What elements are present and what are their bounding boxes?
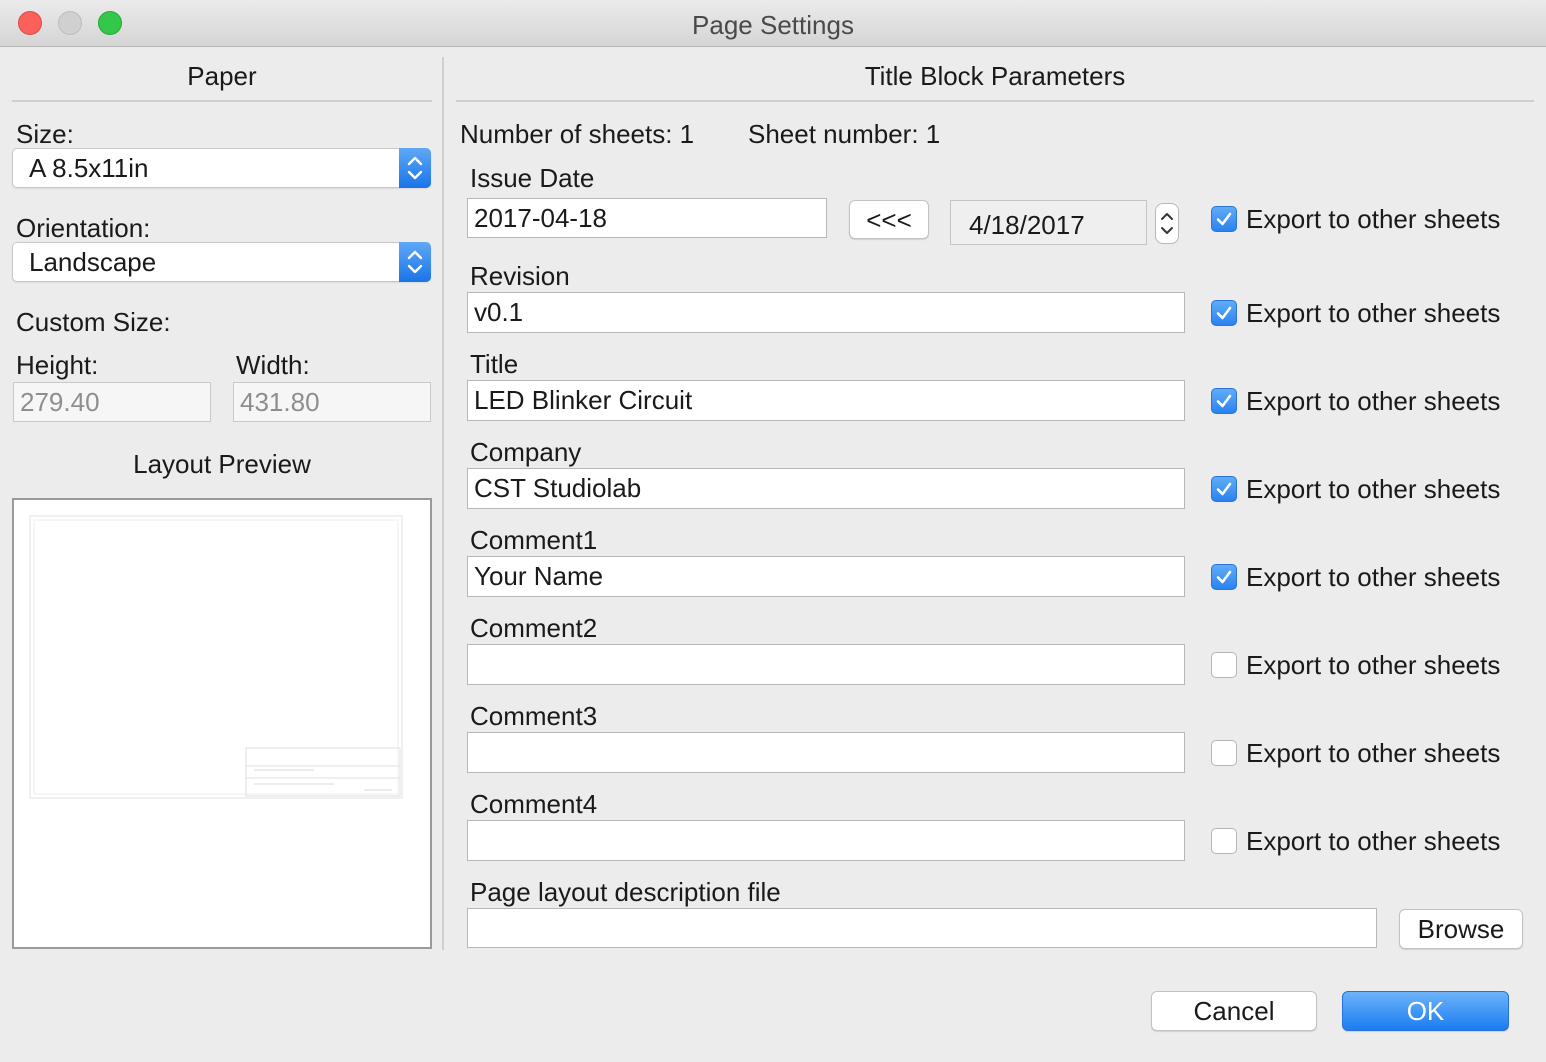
comment1-label: Comment1 <box>470 525 598 555</box>
comment3-input[interactable] <box>467 732 1185 773</box>
title-block-header: Title Block Parameters <box>864 61 1126 91</box>
title-export-label: Export to other sheets <box>1246 386 1501 416</box>
paper-header: Paper <box>187 61 257 91</box>
checkmark-icon <box>1216 394 1232 408</box>
orientation-label: Orientation: <box>16 213 151 243</box>
width-input[interactable]: 431.80 <box>233 382 431 422</box>
revision-export-label: Export to other sheets <box>1246 298 1501 328</box>
title-label: Title <box>470 349 519 379</box>
revision-export-checkbox[interactable] <box>1211 300 1237 326</box>
issue-date-label: Issue Date <box>470 163 595 193</box>
width-label: Width: <box>236 350 310 380</box>
comment3-export-label: Export to other sheets <box>1246 738 1501 768</box>
height-input[interactable]: 279.40 <box>13 382 211 422</box>
date-stepper[interactable] <box>1155 203 1179 244</box>
paper-header-divider <box>12 100 432 102</box>
checkmark-icon <box>1216 212 1232 226</box>
date-picker[interactable]: 4/18/2017 <box>950 200 1147 245</box>
comment2-label: Comment2 <box>470 613 598 643</box>
title-export-checkbox[interactable] <box>1211 388 1237 414</box>
layout-preview-label: Layout Preview <box>133 449 311 479</box>
cancel-button[interactable]: Cancel <box>1151 991 1317 1031</box>
chevron-updown-icon <box>399 242 431 282</box>
company-export-checkbox[interactable] <box>1211 476 1237 502</box>
layout-file-label: Page layout description file <box>470 877 781 907</box>
browse-button[interactable]: Browse <box>1399 909 1523 949</box>
company-label: Company <box>470 437 582 467</box>
layout-preview <box>12 498 432 949</box>
size-label: Size: <box>16 119 74 149</box>
copy-date-button[interactable]: <<< <box>849 200 929 239</box>
revision-label: Revision <box>470 261 570 291</box>
comment2-input[interactable] <box>467 644 1185 685</box>
layout-file-input[interactable] <box>467 908 1377 948</box>
comment2-export-checkbox[interactable] <box>1211 652 1237 678</box>
comment3-label: Comment3 <box>470 701 598 731</box>
comment4-export-checkbox[interactable] <box>1211 828 1237 854</box>
chevron-updown-icon <box>399 148 431 188</box>
title-block-header-divider <box>456 100 1534 102</box>
number-of-sheets: Number of sheets: 1 <box>460 119 695 149</box>
company-input[interactable]: CST Studiolab <box>467 468 1185 509</box>
comment3-export-checkbox[interactable] <box>1211 740 1237 766</box>
revision-input[interactable]: v0.1 <box>467 292 1185 333</box>
orientation-select-value: Landscape <box>29 247 157 277</box>
size-select-value: A 8.5x11in <box>29 153 149 183</box>
title-bar: Page Settings <box>0 0 1546 47</box>
size-select[interactable]: A 8.5x11in <box>12 148 431 188</box>
orientation-select[interactable]: Landscape <box>12 242 431 282</box>
sheet-number: Sheet number: 1 <box>748 119 941 149</box>
comment2-export-label: Export to other sheets <box>1246 650 1501 680</box>
issue-date-export-label: Export to other sheets <box>1246 204 1501 234</box>
height-label: Height: <box>16 350 99 380</box>
title-input[interactable]: LED Blinker Circuit <box>467 380 1185 421</box>
checkmark-icon <box>1216 482 1232 496</box>
custom-size-label: Custom Size: <box>16 307 171 337</box>
issue-date-input[interactable]: 2017-04-18 <box>467 198 827 238</box>
comment1-export-checkbox[interactable] <box>1211 564 1237 590</box>
stepper-arrows-icon <box>1161 213 1173 234</box>
checkmark-icon <box>1216 570 1232 584</box>
comment4-label: Comment4 <box>470 789 598 819</box>
page-layout-thumbnail <box>29 515 403 799</box>
comment4-export-label: Export to other sheets <box>1246 826 1501 856</box>
checkmark-icon <box>1216 306 1232 320</box>
comment1-export-label: Export to other sheets <box>1246 562 1501 592</box>
comment4-input[interactable] <box>467 820 1185 861</box>
page-settings-window: Page Settings Paper Size: A 8.5x11in Ori… <box>0 0 1546 1062</box>
ok-button[interactable]: OK <box>1342 991 1509 1031</box>
panel-divider <box>442 57 444 950</box>
window-title: Page Settings <box>692 10 854 40</box>
issue-date-export-checkbox[interactable] <box>1211 206 1237 232</box>
company-export-label: Export to other sheets <box>1246 474 1501 504</box>
comment1-input[interactable]: Your Name <box>467 556 1185 597</box>
